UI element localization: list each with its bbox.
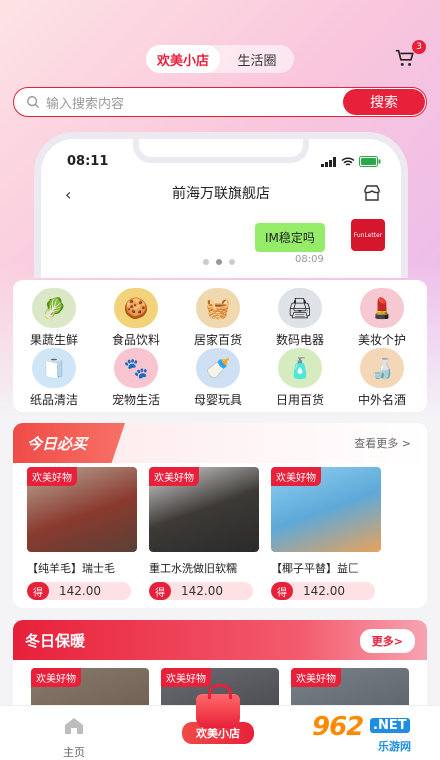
price-prefix: 得 xyxy=(271,582,293,600)
store-title: 前海万联旗舰店 xyxy=(172,186,270,202)
battery-icon xyxy=(359,156,381,167)
price-prefix: 得 xyxy=(149,582,171,600)
product-image: 欢美好物 xyxy=(149,467,259,552)
category-item-daily[interactable]: 🧴 日用百货 xyxy=(259,348,341,408)
category-grid: 🥬 果蔬生鲜 🍪 食品饮料 🧺 居家百货 🖨 数码电器 💄 美妆个护 🧻 纸品清… xyxy=(13,280,427,412)
carousel-dot[interactable] xyxy=(203,259,209,265)
category-image: 🍶 xyxy=(360,348,404,388)
price-value: 142.00 xyxy=(303,584,345,598)
cart-count-badge: 3 xyxy=(412,40,426,54)
category-item-food[interactable]: 🍪 食品饮料 xyxy=(95,288,177,348)
today-must-buy-section: 今日必买 查看更多 > 欢美好物 【纯羊毛】瑞士毛 得 142.00 欢美好物 … xyxy=(13,423,427,608)
shopping-bag-icon xyxy=(196,684,240,728)
category-image: 🖨 xyxy=(278,288,322,328)
search-icon xyxy=(27,96,40,109)
category-label: 宠物生活 xyxy=(111,393,160,407)
product-card[interactable]: 欢美好物 【椰子平替】益匚 得 142.00 xyxy=(271,467,381,600)
category-item-fresh[interactable]: 🥬 果蔬生鲜 xyxy=(13,288,95,348)
chat-timestamp: 08:09 xyxy=(295,254,324,265)
category-item-beauty[interactable]: 💄 美妆个护 xyxy=(341,288,423,348)
banner-phone-mockup[interactable]: 08:11 ‹ 前海万联旗舰店 IM稳定吗 FunLetter 08:09 xyxy=(34,132,408,278)
tab-huanmei-store[interactable]: 欢美小店 xyxy=(146,45,220,73)
more-button[interactable]: 更多> xyxy=(359,629,415,653)
search-bar: 输入搜索内容 搜索 xyxy=(13,87,427,117)
watermark-number: 962 xyxy=(312,712,364,742)
product-tag: 欢美好物 xyxy=(271,467,321,486)
signal-icon xyxy=(321,156,336,167)
category-item-pet[interactable]: 🐾 宠物生活 xyxy=(95,348,177,408)
product-tag: 欢美好物 xyxy=(149,467,199,486)
category-label: 食品饮料 xyxy=(111,333,160,347)
tab-home-label: 主页 xyxy=(63,746,85,759)
view-more-link[interactable]: 查看更多 > xyxy=(354,435,411,451)
watermark-subtitle: 乐游网 xyxy=(378,740,411,753)
carousel-dot[interactable] xyxy=(229,259,235,265)
category-image: 🧺 xyxy=(196,288,240,328)
category-image: 🥬 xyxy=(32,288,76,328)
search-input[interactable]: 输入搜索内容 xyxy=(46,93,343,112)
price-pill: 得 142.00 xyxy=(271,582,375,600)
category-image: 🍼 xyxy=(196,348,240,388)
chat-message-bubble: IM稳定吗 xyxy=(255,223,325,252)
category-label: 果蔬生鲜 xyxy=(29,333,78,347)
cart-button[interactable]: 3 xyxy=(394,40,426,70)
product-tag: 欢美好物 xyxy=(161,668,211,687)
category-label: 美妆个护 xyxy=(357,333,406,347)
store-avatar: FunLetter xyxy=(351,219,385,251)
category-item-paper[interactable]: 🧻 纸品清洁 xyxy=(13,348,95,408)
product-card[interactable]: 欢美好物 【纯羊毛】瑞士毛 得 142.00 xyxy=(27,467,137,600)
product-name: 【椰子平替】益匚 xyxy=(271,562,359,575)
product-image: 欢美好物 xyxy=(271,467,381,552)
carousel-dots xyxy=(203,259,235,265)
category-label: 纸品清洁 xyxy=(29,393,78,407)
category-image: 🧻 xyxy=(32,348,76,388)
home-icon xyxy=(65,718,83,734)
site-watermark: 962 .NET 乐游网 xyxy=(306,712,432,756)
category-label: 中外名酒 xyxy=(357,393,406,407)
price-value: 142.00 xyxy=(181,584,223,598)
section-title: 冬日保暖 xyxy=(25,632,86,650)
category-label: 居家百货 xyxy=(193,333,242,347)
product-tag: 欢美好物 xyxy=(31,668,81,687)
product-tag: 欢美好物 xyxy=(27,467,77,486)
search-button[interactable]: 搜索 xyxy=(343,89,425,115)
tab-home[interactable]: 主页 xyxy=(52,716,96,760)
phone-notch xyxy=(133,139,309,163)
price-value: 142.00 xyxy=(59,584,101,598)
section-header: 冬日保暖 更多> xyxy=(13,620,427,660)
category-item-home[interactable]: 🧺 居家百货 xyxy=(177,288,259,348)
category-item-baby[interactable]: 🍼 母婴玩具 xyxy=(177,348,259,408)
watermark-net: .NET xyxy=(370,718,410,733)
tab-huanmei-store-center[interactable]: 欢美小店 xyxy=(182,684,254,752)
category-item-liquor[interactable]: 🍶 中外名酒 xyxy=(341,348,423,408)
product-image: 欢美好物 xyxy=(27,467,137,552)
carousel-dot[interactable] xyxy=(216,259,222,265)
price-pill: 得 142.00 xyxy=(27,582,131,600)
category-image: 🧴 xyxy=(278,348,322,388)
category-image: 🍪 xyxy=(114,288,158,328)
price-pill: 得 142.00 xyxy=(149,582,253,600)
category-label: 数码电器 xyxy=(275,333,324,347)
category-image: 💄 xyxy=(360,288,404,328)
product-name: 重工水洗做旧软糯 xyxy=(149,562,237,575)
phone-status-icons xyxy=(321,156,381,167)
product-card[interactable]: 欢美好物 重工水洗做旧软糯 得 142.00 xyxy=(149,467,259,600)
product-tag: 欢美好物 xyxy=(291,668,341,687)
wifi-icon xyxy=(341,156,355,166)
tab-life-circle[interactable]: 生活圈 xyxy=(220,45,294,73)
category-item-digital[interactable]: 🖨 数码电器 xyxy=(259,288,341,348)
top-tab-switcher: 欢美小店 生活圈 xyxy=(146,45,294,73)
section-title: 今日必买 xyxy=(13,423,125,463)
category-label: 母婴玩具 xyxy=(193,393,242,407)
product-name: 【纯羊毛】瑞士毛 xyxy=(27,562,115,575)
phone-time: 08:11 xyxy=(67,154,109,169)
category-image: 🐾 xyxy=(114,348,158,388)
price-prefix: 得 xyxy=(27,582,49,600)
category-label: 日用百货 xyxy=(275,393,324,407)
shop-icon xyxy=(364,185,380,201)
section-header: 今日必买 查看更多 > xyxy=(13,423,427,463)
